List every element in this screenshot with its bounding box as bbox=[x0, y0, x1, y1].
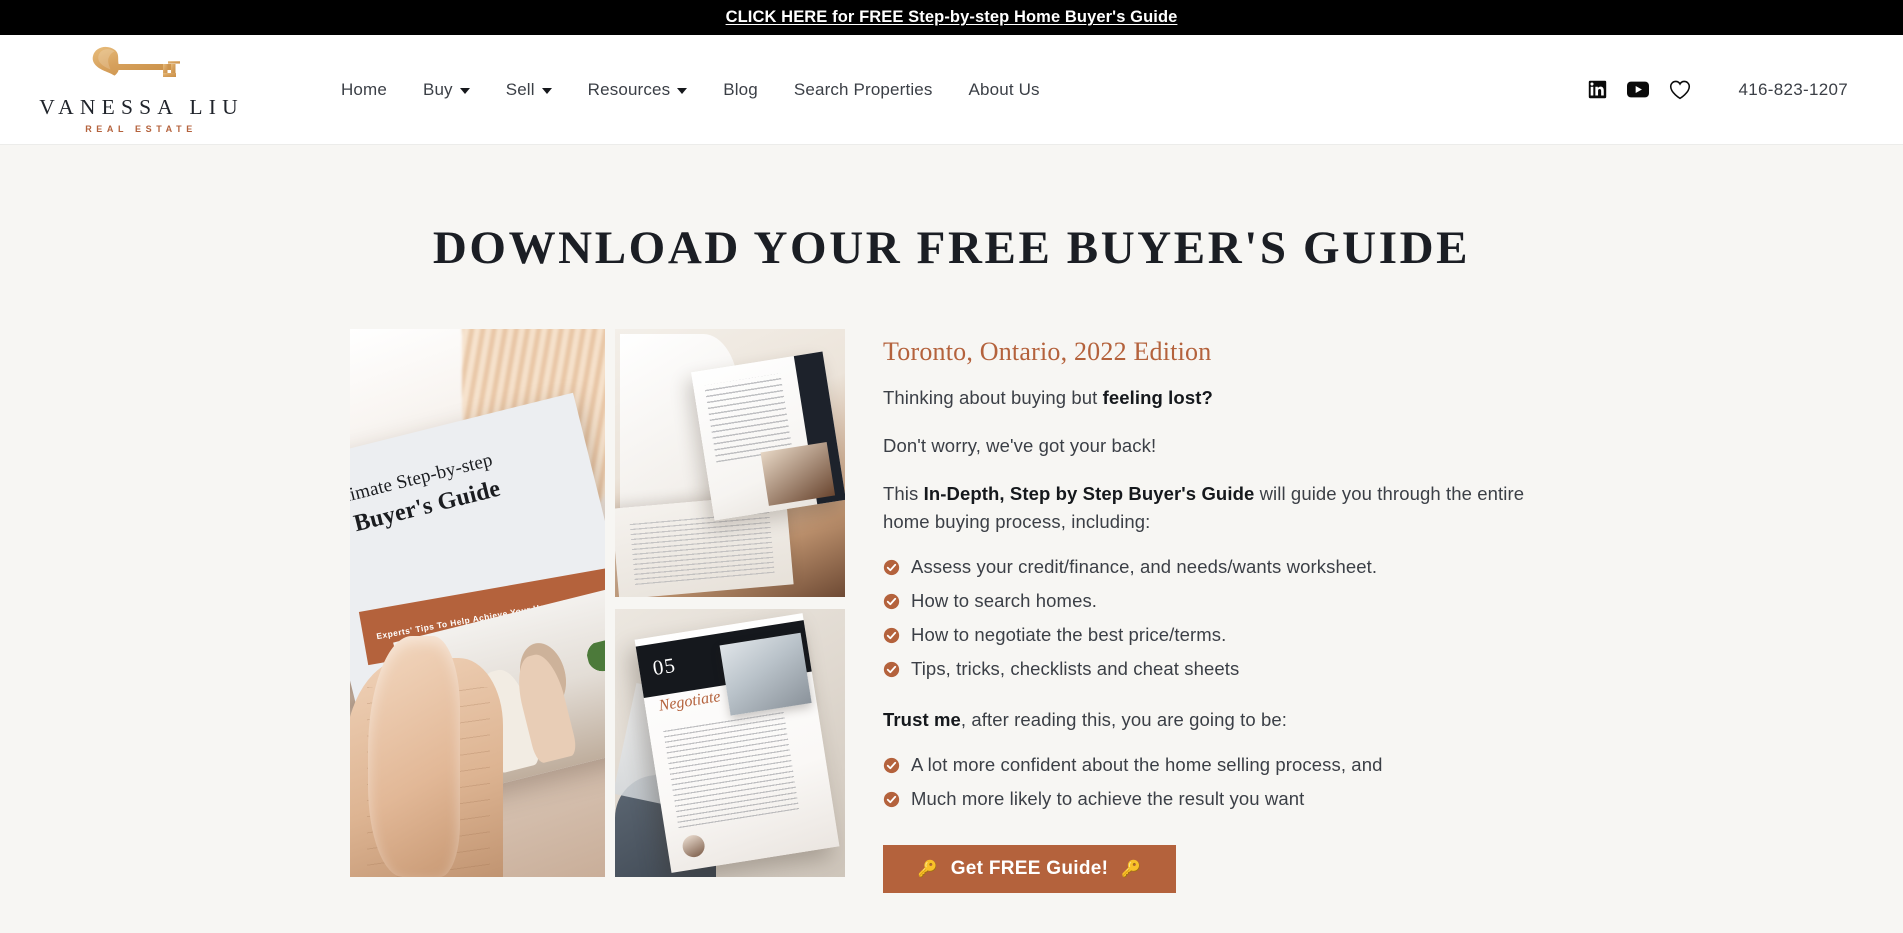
list-item: How to search homes. bbox=[883, 590, 1543, 615]
guide-image-collage: Ultimate Step-by-step Buyer's Guide Expe… bbox=[350, 329, 845, 893]
nav-item-search-properties[interactable]: Search Properties bbox=[794, 80, 933, 100]
description-bold: In-Depth, Step by Step Buyer's Guide bbox=[923, 483, 1255, 505]
check-circle-icon bbox=[883, 559, 900, 581]
heart-icon[interactable] bbox=[1669, 80, 1691, 100]
lead-plain-text: Thinking about buying but bbox=[883, 387, 1103, 408]
list-item: A lot more confident about the home sell… bbox=[883, 754, 1543, 779]
main-navigation: Home Buy Sell Resources Blog Search Prop… bbox=[341, 80, 1040, 100]
list-item: Much more likely to achieve the result y… bbox=[883, 788, 1543, 813]
list-item-label: Assess your credit/finance, and needs/wa… bbox=[911, 555, 1378, 577]
social-icon-group bbox=[1588, 80, 1691, 100]
nav-label: Buy bbox=[422, 79, 453, 99]
list-item: Tips, tricks, checklists and cheat sheet… bbox=[883, 658, 1543, 683]
nav-item-sell[interactable]: Sell bbox=[506, 80, 552, 100]
check-circle-icon bbox=[883, 757, 900, 779]
list-item-label: How to negotiate the best price/terms. bbox=[911, 623, 1227, 645]
linkedin-icon[interactable] bbox=[1588, 80, 1607, 99]
nav-label: Home bbox=[341, 79, 387, 99]
get-free-guide-button[interactable]: 🔑 Get FREE Guide! 🔑 bbox=[883, 844, 1176, 893]
nav-label: Search Properties bbox=[793, 79, 933, 99]
nav-item-about-us[interactable]: About Us bbox=[969, 80, 1040, 100]
check-circle-icon bbox=[883, 593, 900, 615]
list-item: How to negotiate the best price/terms. bbox=[883, 624, 1543, 649]
list-item-label: Much more likely to achieve the result y… bbox=[911, 787, 1305, 809]
guide-description-column: Toronto, Ontario, 2022 Edition Thinking … bbox=[883, 329, 1543, 893]
page-body: DOWNLOAD YOUR FREE BUYER'S GUIDE Ultimat… bbox=[0, 145, 1903, 933]
key-icon-right: 🔑 bbox=[1121, 860, 1142, 878]
trust-rest: , after reading this, you are going to b… bbox=[960, 708, 1288, 730]
announcement-link[interactable]: CLICK HERE for FREE Step-by-step Home Bu… bbox=[726, 8, 1178, 27]
reassure-paragraph: Don't worry, we've got your back! bbox=[883, 435, 1157, 457]
list-item: Assess your credit/finance, and needs/wa… bbox=[883, 556, 1543, 581]
collage-side-column: 05 Negotiate bbox=[615, 329, 845, 893]
header-right-group: 416-823-1207 bbox=[1588, 80, 1848, 100]
nav-item-blog[interactable]: Blog bbox=[723, 80, 758, 100]
chevron-down-icon bbox=[459, 87, 470, 94]
edition-label: Toronto, Ontario, 2022 Edition bbox=[883, 337, 1212, 366]
check-circle-icon bbox=[883, 661, 900, 683]
guide-open-pages-photo bbox=[615, 329, 845, 597]
description-paragraph: This In-Depth, Step by Step Buyer's Guid… bbox=[883, 480, 1543, 534]
description-prefix: This bbox=[883, 483, 924, 505]
feature-list: Assess your credit/finance, and needs/wa… bbox=[883, 556, 1543, 683]
list-item-label: How to search homes. bbox=[911, 589, 1098, 611]
guide-cover-photo: Ultimate Step-by-step Buyer's Guide Expe… bbox=[350, 329, 605, 877]
thumb bbox=[367, 635, 460, 877]
chevron-down-icon bbox=[677, 87, 688, 94]
nav-item-resources[interactable]: Resources bbox=[588, 80, 688, 100]
logo-name: VANESSA LIU bbox=[39, 94, 244, 119]
nav-item-home[interactable]: Home bbox=[341, 80, 387, 100]
content-row: Ultimate Step-by-step Buyer's Guide Expe… bbox=[0, 329, 1903, 893]
phone-number[interactable]: 416-823-1207 bbox=[1739, 80, 1848, 100]
outcome-list: A lot more confident about the home sell… bbox=[883, 754, 1543, 813]
site-logo[interactable]: VANESSA LIU REAL ESTATE bbox=[0, 45, 255, 135]
nav-label: Blog bbox=[723, 79, 758, 99]
trust-paragraph: Trust me, after reading this, you are go… bbox=[883, 706, 1543, 733]
announcement-bar: CLICK HERE for FREE Step-by-step Home Bu… bbox=[0, 0, 1903, 35]
nav-label: Sell bbox=[505, 79, 535, 99]
list-item-label: Tips, tricks, checklists and cheat sheet… bbox=[911, 657, 1240, 679]
guide-cover-title: Ultimate Step-by-step Buyer's Guide bbox=[350, 428, 580, 546]
chapter-number: 05 bbox=[650, 652, 678, 681]
list-item-label: A lot more confident about the home sell… bbox=[911, 753, 1383, 775]
nav-label: About Us bbox=[968, 79, 1040, 99]
site-header: VANESSA LIU REAL ESTATE Home Buy Sell Re… bbox=[0, 35, 1903, 145]
lead-paragraph: Thinking about buying but feeling lost? bbox=[883, 384, 1543, 411]
cta-label: Get FREE Guide! bbox=[950, 857, 1109, 879]
check-circle-icon bbox=[883, 791, 900, 813]
lead-bold-text: feeling lost? bbox=[1102, 387, 1213, 408]
trust-bold: Trust me bbox=[883, 708, 961, 730]
key-icon-left: 🔑 bbox=[917, 860, 938, 878]
page-title: DOWNLOAD YOUR FREE BUYER'S GUIDE bbox=[432, 222, 1471, 274]
check-circle-icon bbox=[883, 627, 900, 649]
nav-item-buy[interactable]: Buy bbox=[423, 80, 470, 100]
gold-key-icon bbox=[85, 45, 193, 92]
youtube-icon[interactable] bbox=[1626, 81, 1649, 98]
chevron-down-icon bbox=[541, 87, 552, 94]
nav-label: Resources bbox=[587, 79, 671, 99]
logo-tagline: REAL ESTATE bbox=[85, 124, 197, 135]
guide-chapter-photo: 05 Negotiate bbox=[615, 609, 845, 877]
